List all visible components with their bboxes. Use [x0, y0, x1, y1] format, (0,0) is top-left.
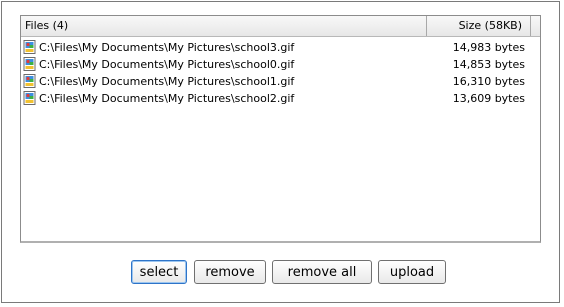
column-header-filler — [531, 16, 540, 36]
file-size: 16,310 bytes — [452, 75, 525, 88]
file-row[interactable]: C:\Files\My Documents\My Pictures\school… — [21, 39, 540, 56]
file-list[interactable]: Files (4) Size (58KB) C:\Files\My Docume… — [20, 15, 541, 243]
remove-button[interactable]: remove — [194, 260, 266, 284]
gif-image-icon — [23, 74, 37, 88]
file-path: C:\Files\My Documents\My Pictures\school… — [39, 58, 295, 71]
file-upload-panel: Files (4) Size (58KB) C:\Files\My Docume… — [1, 1, 560, 303]
column-header-size[interactable]: Size (58KB) — [427, 16, 531, 36]
remove-all-button[interactable]: remove all — [272, 260, 372, 284]
upload-button[interactable]: upload — [378, 260, 446, 284]
gif-image-icon — [23, 91, 37, 105]
file-path: C:\Files\My Documents\My Pictures\school… — [39, 41, 295, 54]
gif-image-icon — [23, 57, 37, 71]
file-row[interactable]: C:\Files\My Documents\My Pictures\school… — [21, 90, 540, 107]
gif-image-icon — [23, 40, 37, 54]
file-size: 14,853 bytes — [452, 58, 525, 71]
select-button[interactable]: select — [131, 260, 187, 284]
file-path: C:\Files\My Documents\My Pictures\school… — [39, 92, 295, 105]
file-row[interactable]: C:\Files\My Documents\My Pictures\school… — [21, 73, 540, 90]
file-rows: C:\Files\My Documents\My Pictures\school… — [21, 39, 540, 107]
file-size: 14,983 bytes — [452, 41, 525, 54]
file-row[interactable]: C:\Files\My Documents\My Pictures\school… — [21, 56, 540, 73]
file-list-header: Files (4) Size (58KB) — [21, 16, 540, 37]
action-buttons: select remove remove all upload — [2, 260, 559, 284]
file-path: C:\Files\My Documents\My Pictures\school… — [39, 75, 295, 88]
column-header-files[interactable]: Files (4) — [21, 16, 427, 36]
file-size: 13,609 bytes — [452, 92, 525, 105]
